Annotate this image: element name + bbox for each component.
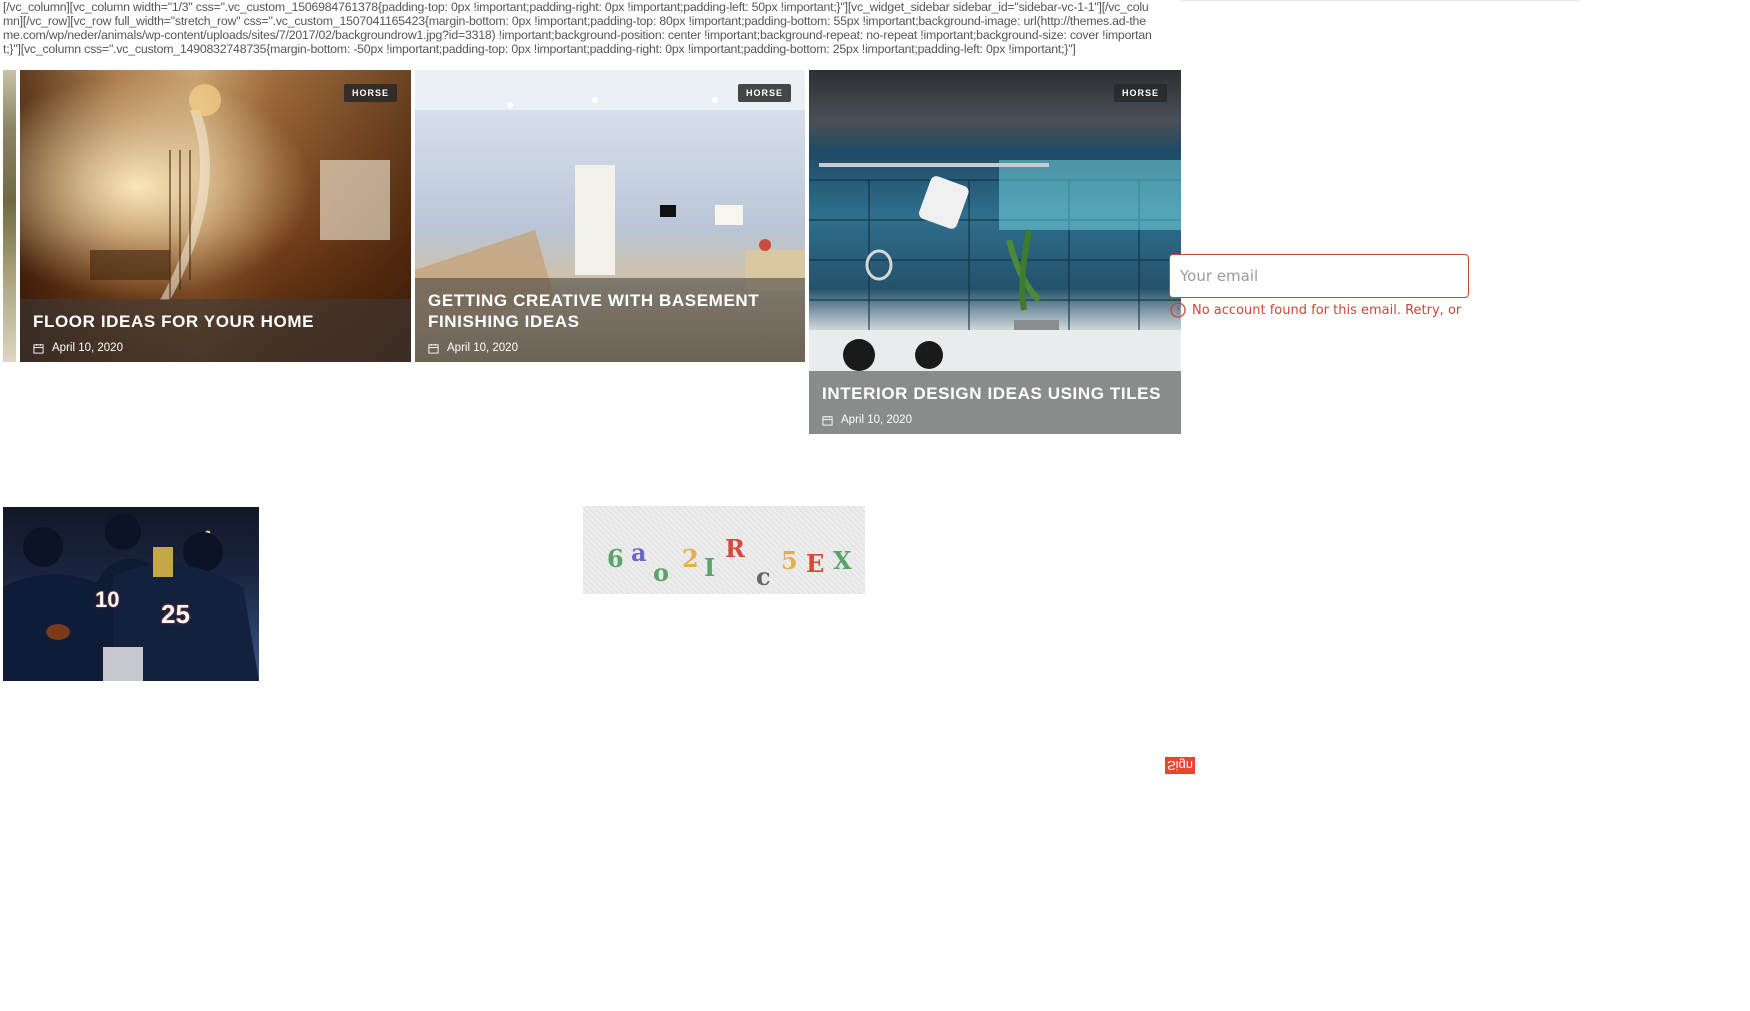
post-title[interactable]: FLOOR IDEAS FOR YOUR HOME	[33, 311, 398, 332]
captcha-image: 6 a o 2 I R c 5 E X	[583, 506, 865, 594]
captcha-char: 5	[781, 546, 798, 575]
captcha-char: I	[704, 553, 716, 582]
captcha-char: R	[725, 534, 745, 563]
post-title[interactable]: GETTING CREATIVE WITH BASEMENT FINISHING…	[428, 290, 792, 332]
category-tag[interactable]: HORSE	[737, 84, 791, 102]
post-date: April 10, 2020	[841, 414, 912, 426]
post-card-tiles-ideas[interactable]: HORSE INTERIOR DESIGN IDEAS USING TILES …	[809, 70, 1181, 434]
divider	[1180, 0, 1580, 1]
captcha-char: E	[806, 549, 825, 578]
jersey-number: 25	[161, 599, 190, 629]
email-input[interactable]	[1169, 254, 1469, 298]
football-photo: 10 25	[3, 507, 259, 681]
signup-button[interactable]: Sign	[1165, 757, 1196, 774]
calendar-icon	[33, 343, 44, 354]
captcha-char: a	[631, 538, 647, 567]
calendar-icon	[428, 343, 439, 354]
post-overlay: INTERIOR DESIGN IDEAS USING TILES April …	[809, 371, 1181, 434]
email-error: No account found for this email. Retry, …	[1170, 302, 1461, 318]
captcha-char: 6	[607, 544, 624, 573]
captcha-char: 2	[682, 544, 699, 573]
email-form	[1169, 254, 1469, 298]
post-card-basement-ideas[interactable]: HORSE GETTING CREATIVE WITH BASEMENT FIN…	[415, 70, 805, 362]
post-overlay: FLOOR IDEAS FOR YOUR HOME April 10, 2020	[20, 299, 411, 362]
captcha-char: c	[756, 562, 771, 591]
captcha-char: o	[653, 558, 670, 587]
shortcode-text: [/vc_column][vc_column width="1/3" css="…	[3, 0, 1152, 56]
category-tag[interactable]: HORSE	[1113, 84, 1167, 102]
category-tag[interactable]: HORSE	[343, 84, 397, 102]
calendar-icon	[822, 415, 833, 426]
post-date: April 10, 2020	[52, 342, 123, 354]
post-date: April 10, 2020	[447, 342, 518, 354]
post-title[interactable]: INTERIOR DESIGN IDEAS USING TILES	[822, 383, 1168, 404]
post-card-floor-ideas[interactable]: HORSE FLOOR IDEAS FOR YOUR HOME April 10…	[20, 70, 411, 362]
jersey-number: 10	[95, 587, 120, 612]
alert-circle-icon	[1170, 302, 1186, 318]
post-overlay: GETTING CREATIVE WITH BASEMENT FINISHING…	[415, 278, 805, 362]
captcha-char: X	[833, 546, 852, 575]
partial-post-image	[3, 70, 16, 362]
email-error-text: No account found for this email. Retry, …	[1192, 302, 1462, 318]
